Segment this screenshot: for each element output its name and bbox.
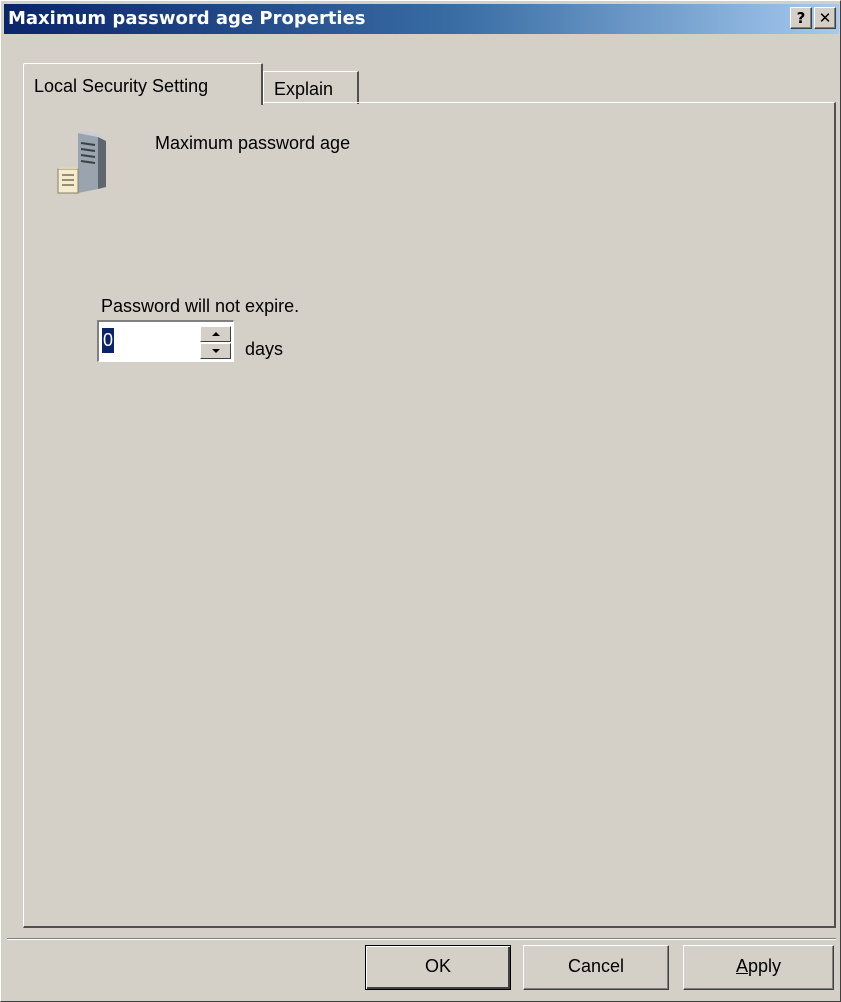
cancel-button[interactable]: Cancel bbox=[523, 945, 669, 990]
apply-button[interactable]: Apply bbox=[683, 945, 834, 990]
tab-local-security-setting[interactable]: Local Security Setting bbox=[23, 63, 263, 105]
server-policy-icon bbox=[57, 131, 106, 194]
days-value[interactable]: 0 bbox=[102, 328, 115, 353]
close-button[interactable]: ✕ bbox=[814, 7, 836, 29]
title-bar[interactable]: Maximum password age Properties ? ✕ bbox=[4, 4, 839, 34]
policy-name: Maximum password age bbox=[155, 133, 351, 153]
properties-dialog: Maximum password age Properties ? ✕ Loca… bbox=[0, 0, 841, 1002]
ok-button[interactable]: OK bbox=[365, 945, 511, 990]
window-title: Maximum password age Properties bbox=[8, 8, 366, 29]
days-unit-label: days bbox=[245, 339, 284, 359]
spin-down-button[interactable] bbox=[200, 343, 231, 359]
policy-status-text: Password will not expire. bbox=[101, 296, 300, 316]
spin-up-button[interactable] bbox=[200, 326, 231, 342]
tab-explain[interactable]: Explain bbox=[263, 71, 359, 104]
apply-accelerator: A bbox=[735, 956, 748, 976]
tab-panel: Maximum password age Password will not e… bbox=[23, 102, 836, 928]
button-divider bbox=[7, 938, 836, 940]
days-spinbox[interactable]: 0 bbox=[97, 320, 234, 362]
close-icon: ✕ bbox=[818, 9, 832, 27]
apply-label-rest: pply bbox=[747, 956, 782, 976]
help-button[interactable]: ? bbox=[790, 7, 812, 29]
spin-arrows bbox=[200, 326, 231, 359]
